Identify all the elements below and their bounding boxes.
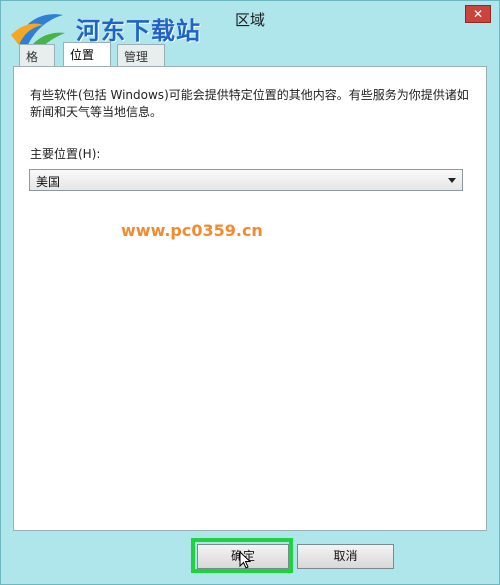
home-location-value: 美国 <box>36 175 61 189</box>
watermark-url: www.pc0359.cn <box>121 221 263 240</box>
cancel-button[interactable]: 取消 <box>297 544 394 569</box>
close-button[interactable]: ✕ <box>465 5 491 23</box>
watermark-text: 河东下载站 <box>76 17 201 45</box>
tab-format[interactable]: 格式 <box>19 44 55 81</box>
mouse-cursor-icon <box>239 551 251 569</box>
tab-location[interactable]: 位置 <box>63 42 111 66</box>
home-location-label: 主要位置(H): <box>30 147 101 161</box>
dropdown-arrow-icon[interactable] <box>448 178 456 183</box>
location-panel: 有些软件(包括 Windows)可能会提供特定位置的其他内容。有些服务为你提供诸… <box>13 66 487 531</box>
tab-administrative[interactable]: 管理 <box>117 44 165 66</box>
region-dialog: 区域 ✕ 河东下载站 格式 位置 管理 有些软件(包括 Windows)可能会提… <box>0 0 500 585</box>
location-description: 有些软件(包括 Windows)可能会提供特定位置的其他内容。有些服务为你提供诸… <box>30 88 469 119</box>
home-location-select[interactable]: 美国 <box>29 169 463 191</box>
